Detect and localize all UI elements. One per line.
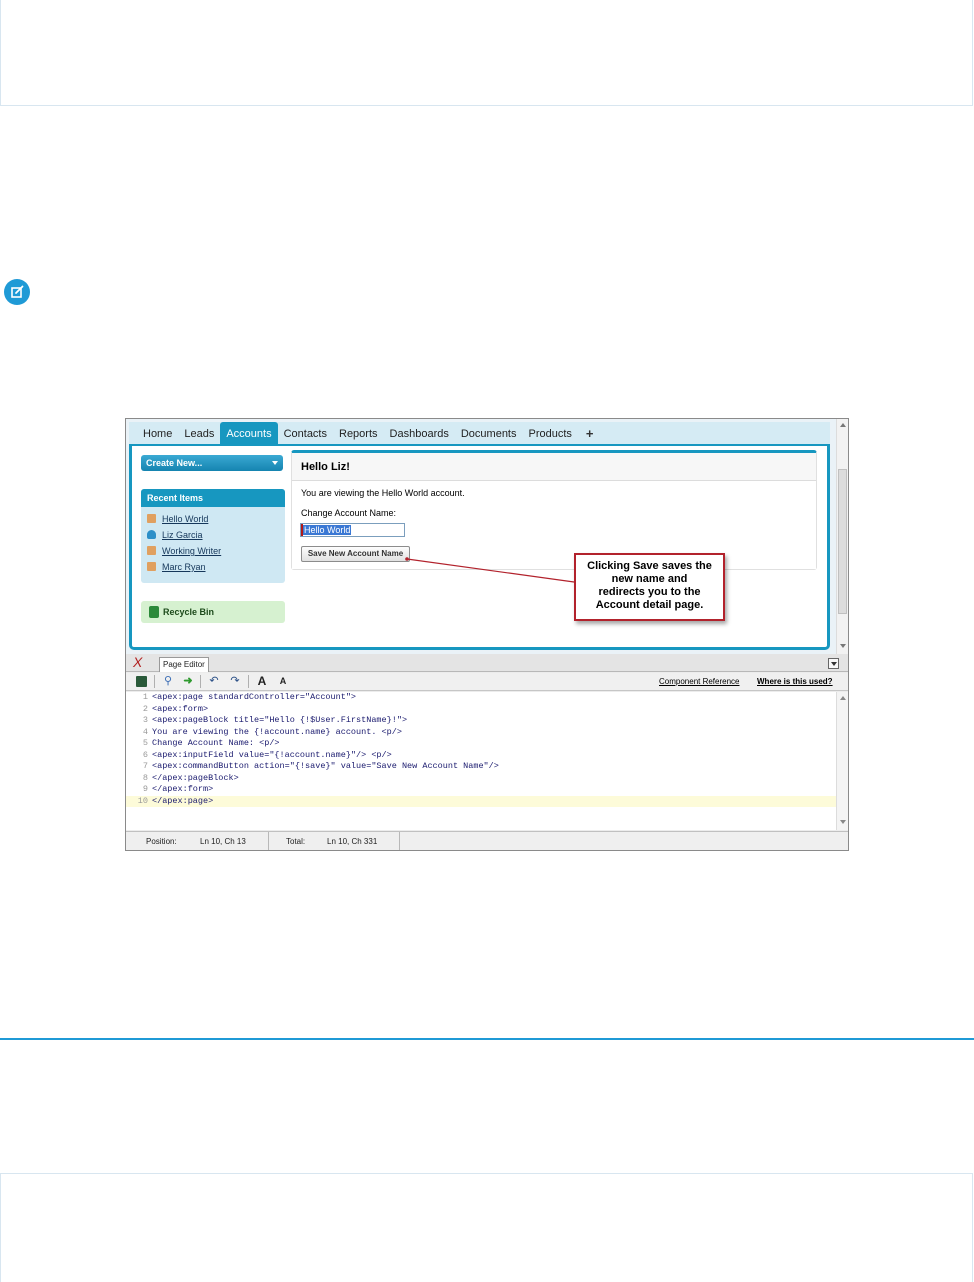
toolbar-separator	[154, 675, 155, 688]
line-number: 9	[142, 784, 148, 794]
line-number: 6	[142, 749, 148, 760]
line-number: 4	[142, 726, 148, 737]
total-value: Ln 10, Ch 331	[327, 837, 378, 846]
code-line[interactable]: 9 </apex:form>	[126, 784, 836, 796]
where-used-link[interactable]: Where is this used?	[757, 676, 833, 688]
font-decrease-icon[interactable]: A	[278, 675, 288, 688]
code-line[interactable]: 4 You are viewing the {!account.name} acc…	[126, 727, 836, 739]
editor-status-bar: Position: Ln 10, Ch 13 Total: Ln 10, Ch …	[126, 831, 848, 850]
tab-page-editor[interactable]: Page Editor	[159, 657, 209, 672]
code-text: </apex:form>	[152, 784, 214, 794]
code-text: <apex:commandButton action="{!save}" val…	[152, 761, 499, 771]
search-icon[interactable]: ⚲	[162, 675, 174, 688]
code-text: <apex:form>	[152, 703, 209, 714]
position-value: Ln 10, Ch 13	[200, 837, 246, 846]
toolbar-separator	[200, 675, 201, 688]
note-icon	[4, 279, 30, 305]
code-line[interactable]: 5 Change Account Name: <p/>	[126, 738, 836, 750]
code-line[interactable]: 2 <apex:form>	[126, 704, 836, 716]
status-divider	[399, 832, 400, 850]
collapse-icon[interactable]	[828, 658, 839, 669]
code-line[interactable]: 6 <apex:inputField value="{!account.name}…	[126, 750, 836, 762]
code-editor[interactable]: 1 <apex:page standardController="Account"…	[126, 692, 836, 830]
code-text: </apex:page>	[152, 795, 214, 806]
code-scrollbar[interactable]	[836, 692, 848, 830]
callout-pointer	[405, 557, 575, 583]
code-line[interactable]: 3 <apex:pageBlock title="Hello {!$User.Fi…	[126, 715, 836, 727]
code-text: <apex:page standardController="Account">	[152, 692, 357, 702]
code-line[interactable]: 7 <apex:commandButton action="{!save}" va…	[126, 761, 836, 773]
save-icon[interactable]	[136, 676, 147, 687]
code-text: You are viewing the {!account.name} acco…	[152, 726, 402, 737]
redo-icon[interactable]: ↷	[229, 675, 241, 688]
line-number: 2	[142, 703, 148, 714]
component-reference-link[interactable]: Component Reference	[659, 676, 740, 688]
line-number: 1	[142, 692, 148, 702]
position-label: Position:	[146, 837, 177, 846]
code-text: <apex:pageBlock title="Hello {!$User.Fir…	[152, 715, 408, 725]
line-number: 7	[142, 761, 148, 771]
code-line[interactable]: 10 </apex:page>	[126, 795, 836, 807]
bottom-content-box	[0, 1173, 973, 1282]
line-number: 8	[142, 772, 148, 783]
undo-icon[interactable]: ↶	[208, 675, 220, 688]
line-number: 10	[137, 795, 148, 806]
code-line[interactable]: 8 </apex:pageBlock>	[126, 773, 836, 785]
font-increase-icon[interactable]: A	[256, 675, 268, 688]
editor-toolbar: ⚲ ➜ ↶ ↷ A A Component Reference Where is…	[126, 673, 848, 691]
code-line[interactable]: 1 <apex:page standardController="Account"…	[126, 692, 836, 704]
line-number: 3	[142, 715, 148, 725]
code-text: Change Account Name: <p/>	[152, 738, 280, 748]
scroll-down-arrow-icon[interactable]	[840, 820, 846, 824]
screenshot-figure: Home Leads Accounts Contacts Reports Dashboar…	[125, 418, 849, 851]
toolbar-separator	[248, 675, 249, 688]
page-editor: X Page Editor ⚲ ➜ ↶ ↷ A A Component Refe…	[126, 654, 848, 850]
section-divider	[0, 1038, 974, 1040]
top-content-box	[0, 0, 973, 106]
editor-tab-bar: X Page Editor	[126, 654, 848, 672]
total-label: Total:	[286, 837, 306, 846]
scroll-up-arrow-icon[interactable]	[840, 696, 846, 700]
callout-box: Clicking Save saves the new name and red…	[574, 553, 725, 621]
code-text: </apex:pageBlock>	[152, 772, 239, 783]
status-divider	[268, 832, 269, 850]
salesforce-app: Home Leads Accounts Contacts Reports Dashboar…	[126, 419, 848, 654]
close-icon[interactable]: X	[133, 654, 142, 671]
line-number: 5	[142, 738, 148, 748]
code-text: <apex:inputField value="{!account.name}"…	[152, 749, 392, 760]
goto-arrow-icon[interactable]: ➜	[182, 675, 194, 688]
